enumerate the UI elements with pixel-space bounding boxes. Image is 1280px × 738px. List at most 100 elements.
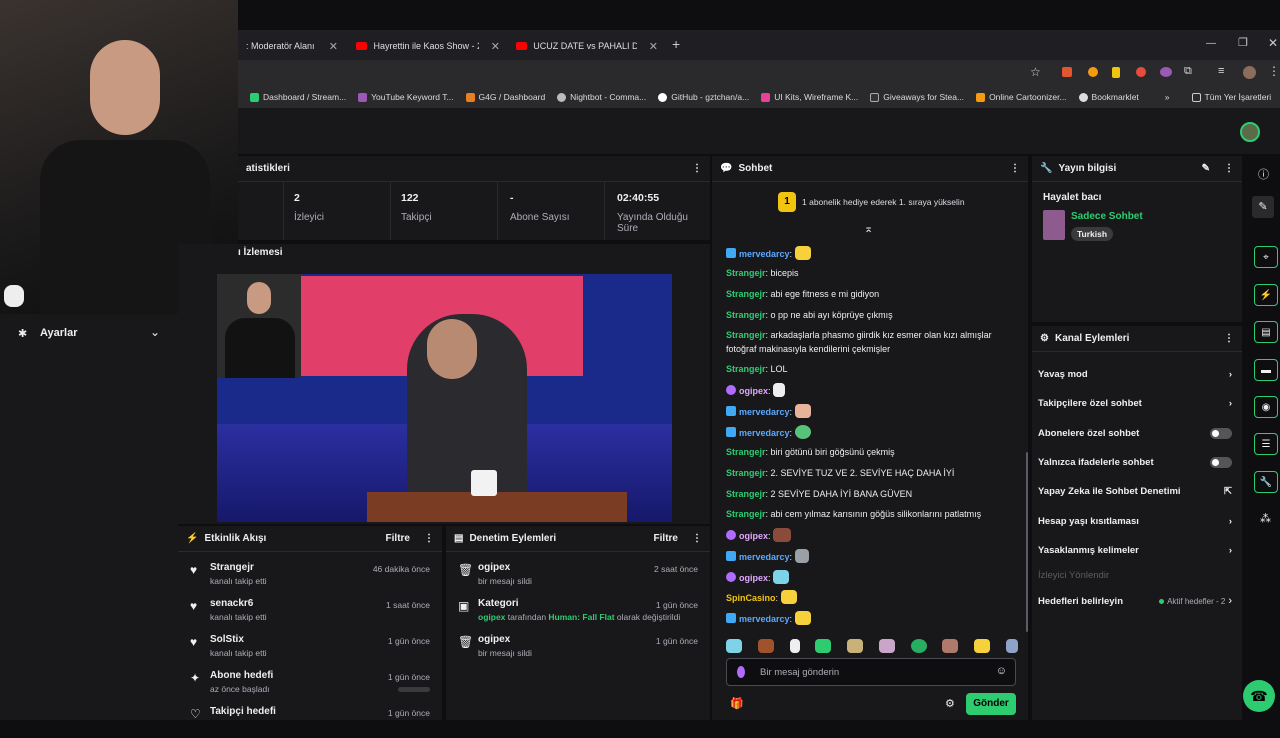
chevron-down-icon[interactable]: ⌄ [150, 325, 160, 339]
activity-filter-button[interactable]: Filtre [386, 533, 410, 544]
tab-kaos-show[interactable]: Hayrettin ile Kaos Show - 2.Sez ✕ [348, 34, 508, 58]
chat-message[interactable]: mervedarcy: [726, 611, 1016, 626]
menu-dots-icon[interactable]: ⋮ [692, 163, 702, 174]
emote-icon[interactable] [910, 639, 927, 653]
activity-item[interactable]: ♥ senackr6 kanalı takip etti 1 saat önce [186, 596, 434, 630]
edit-pencil-icon[interactable]: ✎ [1252, 196, 1274, 218]
channel-actions-icon[interactable]: ☰ [1254, 433, 1278, 455]
subscribers-only-row[interactable]: Abonelere özel sohbet [1038, 420, 1238, 446]
menu-dots-icon[interactable]: ⋮ [692, 533, 702, 544]
extension-icon[interactable] [1062, 67, 1072, 77]
new-tab-button[interactable]: + [672, 36, 680, 52]
close-icon[interactable]: ✕ [649, 40, 658, 53]
bookmark-item[interactable]: Giveaways for Stea... [870, 92, 964, 102]
emote-icon[interactable] [789, 639, 800, 653]
emote-icon[interactable] [815, 639, 832, 653]
chat-message[interactable]: Strangejr: 2 SEVİYE DAHA İYİ BANA GÜVEN [726, 487, 1016, 501]
settings-label[interactable]: Ayarlar [40, 327, 78, 339]
add-widget-icon[interactable]: ⁂ [1260, 512, 1271, 525]
chat-message[interactable]: mervedarcy: [726, 404, 1016, 419]
edit-pencil-icon[interactable]: ✎ [1202, 163, 1210, 174]
subscribers-only-toggle[interactable] [1210, 427, 1232, 439]
help-headset-icon[interactable]: ☎ [1243, 680, 1275, 712]
bookmark-item[interactable]: YouTube Keyword T... [358, 92, 454, 102]
chat-input[interactable]: Bir mesaj gönderin ☺ [726, 658, 1016, 686]
chat-message[interactable]: Strangejr: o pp ne abi ayı köprüye çıkmı… [726, 308, 1016, 322]
send-button[interactable]: Gönder [966, 693, 1016, 715]
chat-message[interactable]: mervedarcy: [726, 549, 1016, 564]
gift-icon[interactable]: 🎁 [730, 697, 744, 710]
extension-icon[interactable] [1112, 67, 1120, 78]
menu-dots-icon[interactable]: ⋮ [1010, 163, 1020, 174]
star-icon[interactable]: ☆ [1030, 65, 1041, 79]
bookmark-item[interactable]: UI Kits, Wireframe K... [761, 92, 858, 102]
chat-message[interactable]: ogipex: [726, 383, 1016, 398]
close-icon[interactable]: ✕ [491, 40, 500, 53]
emote-only-toggle[interactable] [1210, 456, 1232, 468]
emote-only-row[interactable]: Yalnızca ifadelerle sohbet [1038, 449, 1238, 475]
close-window-icon[interactable]: ✕ [1268, 36, 1278, 50]
bookmark-item[interactable]: GitHub - gztchan/a... [658, 92, 749, 102]
slow-mode-row[interactable]: Yavaş mod › [1038, 361, 1238, 387]
wrench-icon[interactable]: 🔧 [1254, 471, 1278, 493]
chat-message[interactable]: Strangejr: abi cem yılmaz karısının göğü… [726, 507, 1016, 521]
chat-message[interactable]: Strangejr: LOL [726, 362, 1016, 376]
chat-message[interactable]: Strangejr: 2. SEVİYE TUZ VE 2. SEVİYE HA… [726, 466, 1016, 480]
activity-item[interactable]: ♡ Takipçi hedefi 1 gün önce [186, 704, 434, 738]
extension-icon[interactable] [1136, 67, 1146, 77]
chat-bubble-icon[interactable]: ▬ [1254, 359, 1278, 381]
emote-icon[interactable] [726, 639, 742, 653]
broadcast-icon[interactable]: ◉ [1254, 396, 1278, 418]
list-icon[interactable]: ≡ [1218, 65, 1224, 77]
minimize-icon[interactable]: — [1206, 38, 1216, 49]
profile-avatar[interactable] [1243, 66, 1256, 79]
goals-row[interactable]: Hedefleri belirleyin Aktif hedefler - 2 › [1038, 588, 1238, 614]
bookmark-item[interactable]: Dashboard / Stream... [250, 92, 346, 102]
gear-icon[interactable]: ⚙ [945, 697, 955, 710]
video-player[interactable] [217, 274, 672, 522]
chat-message[interactable]: mervedarcy: [726, 246, 1016, 261]
category-boxart[interactable] [1043, 210, 1065, 240]
bookmark-item[interactable]: G4G / Dashboard [465, 92, 545, 102]
bookmark-item[interactable]: Bookmarklet [1078, 92, 1139, 102]
bookmark-item[interactable]: Online Cartoonizer... [976, 92, 1067, 102]
chat-message[interactable]: Strangejr: arkadaşlarla phasmo giirdik k… [726, 328, 1016, 356]
emote-icon[interactable] [974, 639, 991, 653]
moderation-item[interactable]: 🗑 ogipex bir mesajı sildi 1 gün önce [454, 632, 702, 666]
user-avatar[interactable] [1240, 122, 1260, 142]
menu-dots-icon[interactable]: ⋮ [1224, 333, 1234, 344]
moderation-item[interactable]: ▣ Kategori ogipex tarafından Human: Fall … [454, 596, 702, 630]
banned-words-row[interactable]: Yasaklanmış kelimeler › [1038, 537, 1238, 563]
info-icon[interactable]: ⓘ [1258, 166, 1269, 182]
all-bookmarks[interactable]: Tüm Yer İşaretleri [1191, 92, 1271, 102]
emote-icon[interactable] [757, 639, 774, 653]
tab-ucuz-date[interactable]: UCUZ DATE vs PAHALI DATE! ( ✕ [508, 34, 666, 58]
chat-message[interactable]: Strangejr: abi ege fitness e mi gidiyon [726, 287, 1016, 301]
chat-message[interactable]: Strangejr: bicepis [726, 266, 1016, 280]
emoji-picker-icon[interactable]: ☺ [996, 665, 1007, 677]
maximize-icon[interactable]: ❐ [1238, 36, 1248, 49]
chat-message[interactable]: ogipex: [726, 528, 1016, 543]
extension-icon[interactable] [1088, 67, 1098, 77]
category-link[interactable]: Sadece Sohbet [1071, 211, 1143, 222]
bookmark-item[interactable]: Nightbot - Comma... [557, 92, 646, 102]
puzzle-icon[interactable]: ⧉ [1184, 65, 1192, 78]
pinned-collapse-icon[interactable]: ⌅ [864, 222, 873, 235]
chat-message[interactable]: Strangejr: biri götünü biri göğsünü çekm… [726, 445, 1016, 459]
emote-icon[interactable] [878, 639, 895, 653]
emote-icon[interactable] [942, 639, 959, 653]
chat-message[interactable]: SpinCasino: [726, 590, 1016, 605]
extension-icon[interactable] [1160, 67, 1172, 77]
document-icon[interactable]: ▤ [1254, 321, 1278, 343]
chat-scrollbar[interactable] [1026, 452, 1028, 632]
lightning-icon[interactable]: ⚡ [1254, 284, 1278, 306]
activity-item[interactable]: ♥ Strangejr kanalı takip etti 46 dakika önc… [186, 560, 434, 594]
bookmarks-more[interactable]: » [1165, 92, 1170, 102]
moderation-item[interactable]: 🗑 ogipex bir mesajı sildi 2 saat önce [454, 560, 702, 594]
language-tag[interactable]: Turkish [1071, 227, 1114, 241]
tab-moderator[interactable]: : Moderatör Alanı - Twitc ✕ [238, 34, 346, 58]
account-age-row[interactable]: Hesap yaşı kısıtlaması › [1038, 508, 1238, 534]
emote-icon[interactable] [847, 639, 864, 653]
menu-dots-icon[interactable]: ⋮ [1224, 163, 1234, 174]
menu-dots-icon[interactable]: ⋮ [1268, 64, 1280, 78]
